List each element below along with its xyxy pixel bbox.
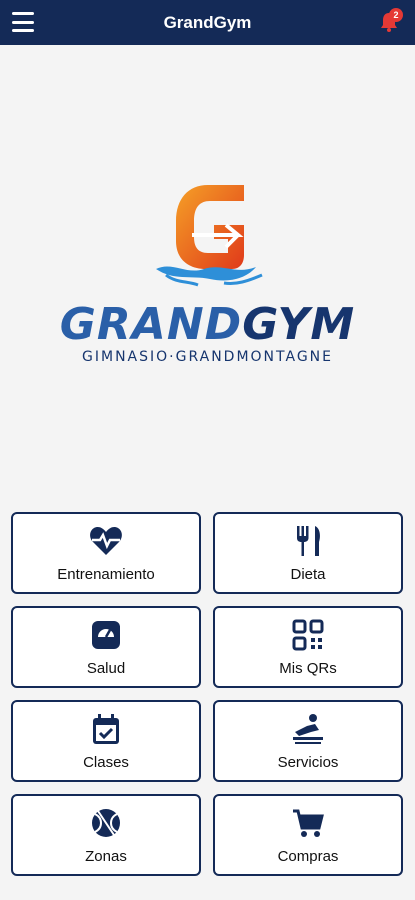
heartbeat-icon [90, 526, 122, 555]
hamburger-menu-icon[interactable] [12, 12, 34, 32]
tile-entrenamiento[interactable]: Entrenamiento [11, 512, 201, 594]
ball-icon [92, 808, 120, 837]
logo-emblem-icon [156, 185, 263, 287]
tile-compras[interactable]: Compras [213, 794, 403, 876]
massage-icon [293, 713, 323, 744]
top-app-bar: GrandGym 2 [0, 0, 415, 45]
tile-label: Clases [83, 753, 129, 771]
tile-zonas[interactable]: Zonas [11, 794, 201, 876]
calendar-check-icon [93, 713, 119, 744]
tile-label: Salud [86, 659, 126, 677]
grandgym-logo: GRANDGYM GIMNASIO·GRANDMONTAGNE [0, 175, 415, 375]
fork-knife-icon [297, 525, 320, 556]
tile-mis-qrs[interactable]: Mis QRs [213, 606, 403, 688]
notification-badge: 2 [389, 8, 403, 22]
cart-icon [293, 809, 324, 837]
tile-label: Compras [277, 847, 339, 865]
tile-servicios[interactable]: Servicios [213, 700, 403, 782]
tile-dieta[interactable]: Dieta [213, 512, 403, 594]
logo-wordmark: GRANDGYM [0, 303, 415, 347]
tile-label: Mis QRs [279, 659, 337, 677]
tile-salud[interactable]: Salud [11, 606, 201, 688]
scale-icon [92, 620, 120, 649]
tile-label: Entrenamiento [57, 565, 155, 583]
notifications-bell-icon[interactable]: 2 [377, 8, 403, 34]
logo-word-gym: GYM [242, 299, 356, 350]
tile-label: Zonas [85, 847, 127, 865]
tile-clases[interactable]: Clases [11, 700, 201, 782]
logo-subtitle: GIMNASIO·GRANDMONTAGNE [82, 349, 333, 365]
qr-code-icon [292, 619, 324, 650]
tile-label: Servicios [277, 753, 339, 771]
tile-label: Dieta [290, 565, 326, 583]
logo-word-grand: GRAND [59, 299, 243, 350]
app-title: GrandGym [163, 12, 252, 32]
menu-grid: Entrenamiento Dieta Salud Mis QRs Clases… [11, 512, 405, 876]
